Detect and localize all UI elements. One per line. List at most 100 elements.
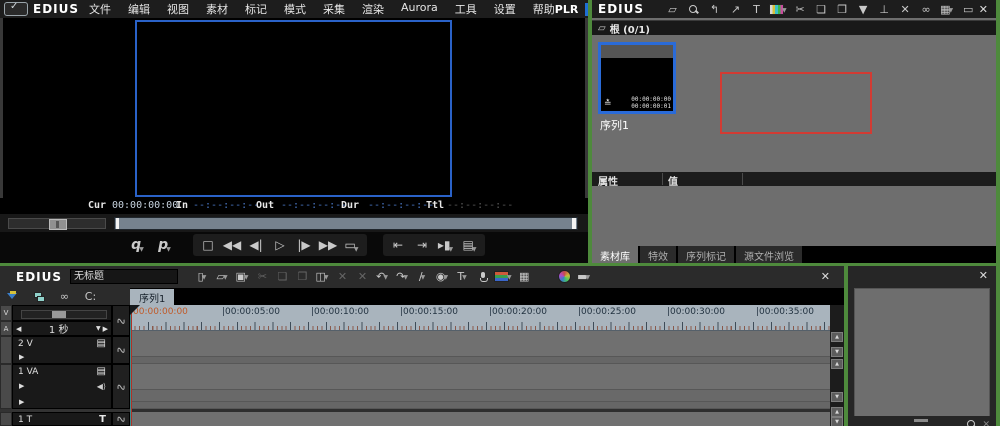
shuttle-handle[interactable] <box>49 219 67 230</box>
view-mode-icon[interactable]: ▦▼ <box>939 2 956 17</box>
color-correction-icon[interactable]: ▼ <box>494 269 513 284</box>
bin-folder-header[interactable]: ▱ 根 (0/1) <box>592 20 996 36</box>
speaker-icon[interactable]: ◀⟩ <box>97 382 106 391</box>
timeline-ruler[interactable]: 00:00:00:00|00:00:05:00|00:00:10:00|00:0… <box>130 305 830 331</box>
cut-icon[interactable]: ✂ <box>254 269 271 284</box>
scale-right-arrow-icon[interactable]: ▶ <box>103 325 108 333</box>
undo-icon[interactable]: ↶▼ <box>374 269 391 284</box>
track-subrow-1va[interactable] <box>130 402 830 409</box>
dropdown-arrow-icon[interactable]: ▼ <box>462 274 467 281</box>
redo-icon[interactable]: ↷▼ <box>394 269 411 284</box>
timeline-close-button[interactable]: ✕ <box>821 270 844 283</box>
patch-master-icon[interactable]: ∿ <box>112 305 130 336</box>
close-icon[interactable]: ✕ <box>982 420 990 426</box>
track-select-strip-1va[interactable] <box>0 364 12 409</box>
sync-lock-icon[interactable]: ∞ <box>56 289 73 304</box>
scroll-down-button[interactable]: ▼ <box>831 347 843 357</box>
mark-out-flag-button[interactable]: p▼ <box>153 234 177 256</box>
scale-dropdown-icon[interactable]: ▼ <box>96 325 101 332</box>
dropdown-arrow-icon[interactable]: ▼ <box>223 274 228 281</box>
expand-track-icon[interactable]: ▶ <box>19 353 24 361</box>
expand-track-icon[interactable]: ▶ <box>19 382 24 390</box>
delete-icon[interactable]: ✕ <box>334 269 351 284</box>
menu-item[interactable]: 工具 <box>455 1 477 17</box>
play-around-cursor-button[interactable]: ▸▮▼ <box>434 234 458 256</box>
play-button[interactable]: ▷ <box>268 234 292 256</box>
video-mute-button[interactable]: V <box>0 305 12 321</box>
sequence-clip-thumbnail[interactable]: ≛ 00:00:00:00 00:00:00:01 <box>598 42 676 114</box>
layout-icon[interactable]: ▬▼ <box>576 269 593 284</box>
copy-icon[interactable]: ❏ <box>274 269 291 284</box>
clip-marker-icon[interactable]: C: <box>82 289 99 304</box>
ripple-delete-icon[interactable]: ✕ <box>354 269 371 284</box>
slider-handle[interactable] <box>52 311 66 318</box>
dropdown-arrow-icon[interactable]: ▼ <box>472 246 477 253</box>
dropdown-arrow-icon[interactable]: ▼ <box>949 7 954 14</box>
cut-icon[interactable]: ✂ <box>792 2 809 17</box>
previous-frame-button[interactable]: ◀| <box>244 234 268 256</box>
link-icon[interactable]: ∞ <box>918 2 935 17</box>
menu-item[interactable]: Aurora <box>401 1 438 17</box>
track-header-1t[interactable]: 1 T T <box>12 412 112 426</box>
track-header-2v[interactable]: 2 V ▤ ▶ <box>12 336 112 364</box>
patch-2v-icon[interactable]: ∿ <box>112 336 130 364</box>
timescale-selector[interactable]: ◀ 1 秒 ▼ ▶ <box>12 321 112 336</box>
next-frame-button[interactable]: |▶ <box>292 234 316 256</box>
export-icon[interactable]: ↗ <box>727 2 744 17</box>
dropdown-arrow-icon[interactable]: ▼ <box>421 274 426 281</box>
track-subrow-2v[interactable] <box>130 357 830 364</box>
scroll-down-button[interactable]: ▼ <box>831 392 843 402</box>
search-icon[interactable] <box>685 2 702 17</box>
dropdown-arrow-icon[interactable]: ▼ <box>449 246 454 253</box>
save-project-icon[interactable]: ▣▼ <box>234 269 251 284</box>
title-clip-icon[interactable]: T <box>748 2 765 17</box>
title-icon[interactable]: T▼ <box>454 269 471 284</box>
dropdown-arrow-icon[interactable]: ▼ <box>383 274 388 281</box>
track-audiorow-1va[interactable] <box>130 390 830 402</box>
menu-item[interactable]: 帮助 <box>533 1 555 17</box>
grid-icon[interactable]: ▦ <box>516 269 533 284</box>
aux-close-button[interactable]: ✕ <box>979 269 988 282</box>
panel-splitter[interactable] <box>996 0 1000 426</box>
track-row-2v[interactable] <box>130 330 830 357</box>
menu-item[interactable]: 设置 <box>494 1 516 17</box>
patch-1t-icon[interactable]: ∿ <box>112 412 130 426</box>
menu-item[interactable]: 渲染 <box>362 1 384 17</box>
vectorscope-icon[interactable] <box>556 269 573 284</box>
dropdown-arrow-icon[interactable]: ▼ <box>354 246 359 253</box>
dropdown-arrow-icon[interactable]: ▼ <box>139 246 144 253</box>
dropdown-arrow-icon[interactable]: ▼ <box>507 274 512 281</box>
dropdown-arrow-icon[interactable]: ▼ <box>403 274 408 281</box>
track-row-1t[interactable] <box>130 412 830 426</box>
playhead-line[interactable] <box>131 305 132 426</box>
add-transition-icon[interactable]: ◫▼ <box>314 269 331 284</box>
add-to-timeline-icon[interactable]: ▼ <box>855 2 872 17</box>
insert-overwrite-icon[interactable] <box>30 289 47 304</box>
up-folder-icon[interactable]: ↰ <box>706 2 723 17</box>
mark-in-flag-button[interactable]: q▼ <box>126 234 150 256</box>
dropdown-arrow-icon[interactable]: ▼ <box>202 274 207 281</box>
colorbars-clip-icon[interactable]: ▼ <box>769 2 788 17</box>
paste-icon[interactable]: ❐ <box>294 269 311 284</box>
plr-button[interactable]: PLR <box>555 3 579 16</box>
export-frame-button[interactable]: ▤▼ <box>458 234 482 256</box>
dropdown-arrow-icon[interactable]: ▼ <box>324 274 329 281</box>
dropdown-arrow-icon[interactable]: ▼ <box>586 274 591 281</box>
track-row-1va[interactable] <box>130 364 830 390</box>
project-title-field[interactable]: 无标题 <box>70 269 178 284</box>
menu-item[interactable]: 采集 <box>323 1 345 17</box>
search-icon[interactable] <box>967 420 976 426</box>
voiceover-mic-icon[interactable] <box>474 269 491 284</box>
ripple-mode-icon[interactable] <box>4 289 21 304</box>
scroll-up-button[interactable]: ▲ <box>831 359 843 369</box>
position-marker[interactable] <box>116 218 119 229</box>
delete-icon[interactable]: ✕ <box>897 2 914 17</box>
track-select-strip-2v[interactable] <box>0 336 12 364</box>
copy-icon[interactable]: ❏ <box>813 2 830 17</box>
stop-button[interactable]: □ <box>196 234 220 256</box>
menu-item[interactable]: 素材 <box>206 1 228 17</box>
track-height-slider[interactable] <box>12 305 112 321</box>
rewind-button[interactable]: ◀◀ <box>220 234 244 256</box>
track-header-1va[interactable]: 1 VA ▤ ▶ ◀⟩ ▶ <box>12 364 112 409</box>
new-folder-icon[interactable]: ▱ <box>664 2 681 17</box>
